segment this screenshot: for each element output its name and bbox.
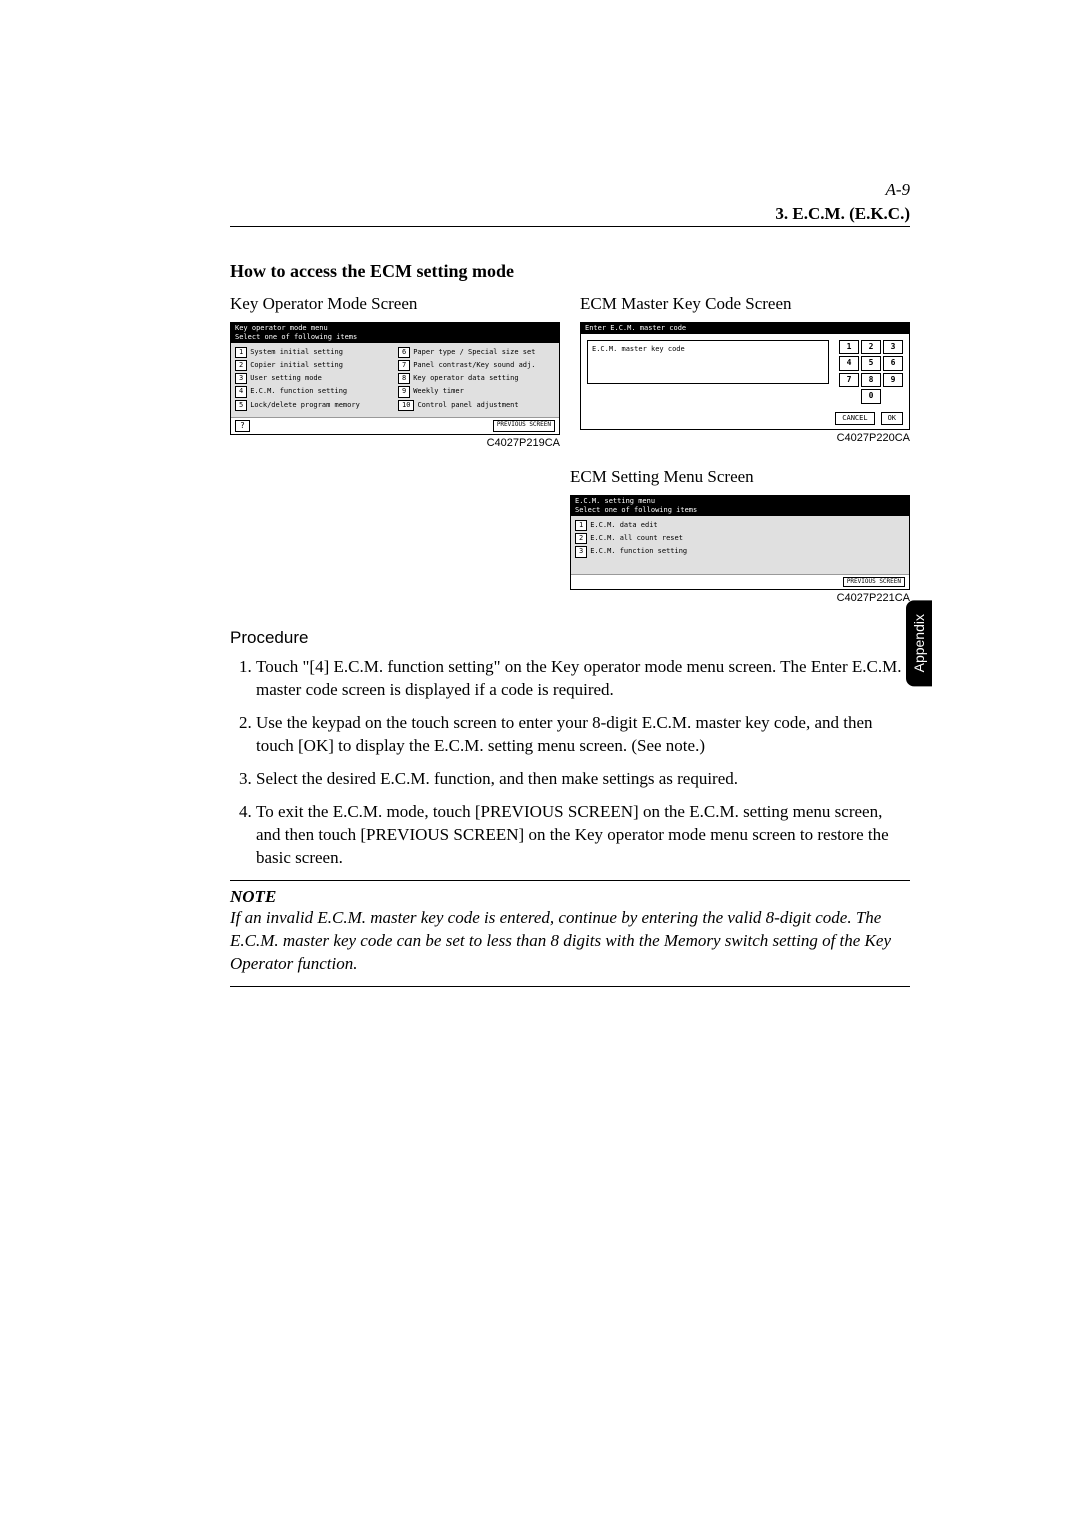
master-key-header: Enter E.C.M. master code	[581, 323, 909, 334]
key-8[interactable]: 8	[861, 373, 881, 387]
menu-num[interactable]: 7	[398, 360, 410, 371]
page-heading: How to access the ECM setting mode	[230, 261, 910, 282]
menu-text: E.C.M. all count reset	[590, 534, 683, 543]
master-key-field-label: E.C.M. master key code	[592, 345, 685, 353]
key-0[interactable]: 0	[861, 389, 881, 403]
menu-text: Paper type / Special size set	[413, 348, 535, 357]
menu-text: Copier initial setting	[250, 361, 343, 370]
key-1[interactable]: 1	[839, 340, 859, 354]
cancel-button[interactable]: CANCEL	[835, 412, 874, 425]
menu-text: User setting mode	[250, 374, 322, 383]
menu-text: E.C.M. function setting	[250, 387, 347, 396]
menu-num[interactable]: 2	[235, 360, 247, 371]
divider	[230, 880, 910, 881]
menu-text: System initial setting	[250, 348, 343, 357]
procedure-step: Touch "[4] E.C.M. function setting" on t…	[256, 656, 910, 702]
key-7[interactable]: 7	[839, 373, 859, 387]
menu-num[interactable]: 2	[575, 533, 587, 544]
appendix-tab: Appendix	[906, 600, 932, 686]
previous-screen-button[interactable]: PREVIOUS SCREEN	[843, 577, 905, 587]
procedure-step: Select the desired E.C.M. function, and …	[256, 768, 910, 791]
key-operator-screen: Key operator mode menu Select one of fol…	[230, 322, 560, 435]
procedure-step: Use the keypad on the touch screen to en…	[256, 712, 910, 758]
menu-num[interactable]: 3	[575, 546, 587, 557]
key-operator-label: Key Operator Mode Screen	[230, 294, 560, 314]
keypad: 1 2 3 4 5 6 7 8 9 0	[839, 340, 903, 404]
menu-num[interactable]: 3	[235, 373, 247, 384]
procedure-list: Touch "[4] E.C.M. function setting" on t…	[230, 656, 910, 870]
procedure-step: To exit the E.C.M. mode, touch [PREVIOUS…	[256, 801, 910, 870]
screen-caption: C4027P219CA	[230, 437, 560, 449]
divider	[230, 986, 910, 987]
key-3[interactable]: 3	[883, 340, 903, 354]
key-4[interactable]: 4	[839, 356, 859, 370]
key-6[interactable]: 6	[883, 356, 903, 370]
help-button[interactable]: ?	[235, 420, 250, 432]
menu-text: E.C.M. data edit	[590, 521, 657, 530]
ecm-menu-header: E.C.M. setting menu Select one of follow…	[571, 496, 909, 516]
screen-caption: C4027P221CA	[570, 592, 910, 604]
menu-num[interactable]: 5	[235, 400, 247, 411]
master-key-screen: Enter E.C.M. master code E.C.M. master k…	[580, 322, 910, 430]
key-2[interactable]: 2	[861, 340, 881, 354]
page-number: A-9	[230, 180, 910, 200]
menu-text: E.C.M. function setting	[590, 547, 687, 556]
ecm-menu-label: ECM Setting Menu Screen	[570, 467, 910, 487]
screen-caption: C4027P220CA	[580, 432, 910, 444]
menu-text: Weekly timer	[413, 387, 464, 396]
menu-num[interactable]: 9	[398, 386, 410, 397]
master-key-label: ECM Master Key Code Screen	[580, 294, 910, 314]
ok-button[interactable]: OK	[881, 412, 903, 425]
note-title: NOTE	[230, 887, 910, 907]
key-5[interactable]: 5	[861, 356, 881, 370]
menu-text: Panel contrast/Key sound adj.	[413, 361, 535, 370]
menu-num[interactable]: 10	[398, 400, 414, 411]
menu-num[interactable]: 1	[235, 347, 247, 358]
menu-text: Key operator data setting	[413, 374, 518, 383]
master-key-field[interactable]: E.C.M. master key code	[587, 340, 829, 384]
previous-screen-button[interactable]: PREVIOUS SCREEN	[493, 420, 555, 432]
note-body: If an invalid E.C.M. master key code is …	[230, 907, 910, 976]
menu-num[interactable]: 6	[398, 347, 410, 358]
menu-text: Lock/delete program memory	[250, 401, 360, 410]
key-operator-header: Key operator mode menu Select one of fol…	[231, 323, 559, 343]
menu-num[interactable]: 8	[398, 373, 410, 384]
key-9[interactable]: 9	[883, 373, 903, 387]
menu-text: Control panel adjustment	[417, 401, 518, 410]
section-title: 3. E.C.M. (E.K.C.)	[230, 204, 910, 227]
ecm-menu-screen: E.C.M. setting menu Select one of follow…	[570, 495, 910, 590]
menu-num[interactable]: 4	[235, 386, 247, 397]
procedure-heading: Procedure	[230, 628, 910, 648]
menu-num[interactable]: 1	[575, 520, 587, 531]
